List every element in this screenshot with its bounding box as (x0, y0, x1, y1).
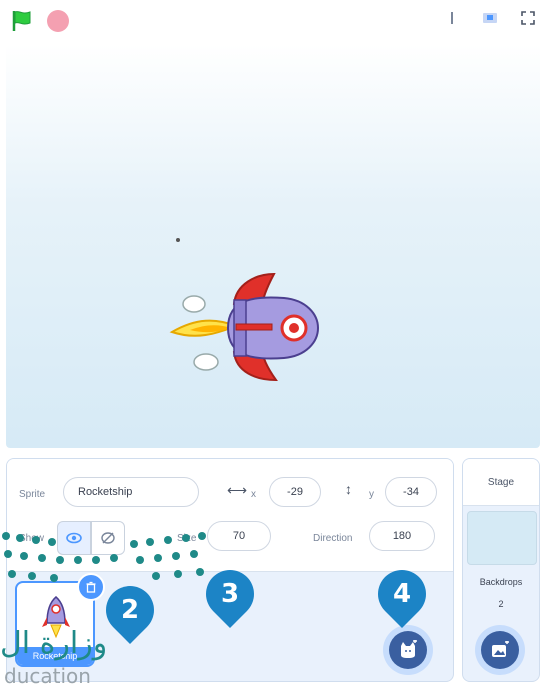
stage-toolbar (0, 0, 544, 44)
y-label: y (369, 489, 374, 500)
backdrops-label: Backdrops (479, 577, 523, 587)
sprite-name-input[interactable]: Rocketship (63, 477, 199, 507)
backdrop-add-icon (492, 641, 509, 657)
direction-label: Direction (313, 533, 353, 544)
watermark-logo-text: وزارة ال (0, 626, 108, 661)
stop-button[interactable] (47, 10, 69, 32)
large-stage-icon[interactable] (482, 10, 498, 26)
rocketship-sprite[interactable] (166, 234, 326, 384)
x-label: x (251, 489, 256, 500)
choose-backdrop-button[interactable] (481, 631, 519, 669)
y-position-input[interactable]: -34 (385, 477, 437, 507)
cat-add-icon (401, 640, 417, 658)
stage-layout-controls (444, 10, 536, 26)
stage-thumbnail[interactable] (467, 511, 537, 565)
vertical-arrows-icon: ↕ (345, 481, 352, 497)
horizontal-arrows-icon: ⟷ (227, 482, 248, 498)
watermark-dots (2, 532, 206, 582)
backdrops-count: 2 (498, 599, 504, 609)
callout-number: 2 (120, 595, 140, 625)
small-stage-icon[interactable] (444, 10, 460, 26)
stage-selector-pane[interactable]: Stage Backdrops 2 (462, 458, 540, 682)
stage-pane-title: Stage (463, 459, 539, 506)
x-position-input[interactable]: -29 (269, 477, 321, 507)
callout-number: 4 (392, 579, 412, 609)
callout-number: 3 (220, 579, 240, 609)
stage-canvas[interactable] (6, 44, 540, 448)
sprite-label: Sprite (19, 489, 46, 500)
size-input[interactable]: 70 (207, 521, 271, 551)
green-flag-icon[interactable] (10, 9, 34, 33)
watermark-logo-subtext: ducation (4, 664, 91, 688)
fullscreen-icon[interactable] (520, 10, 536, 26)
choose-sprite-button[interactable] (389, 631, 427, 669)
direction-input[interactable]: 180 (369, 521, 435, 551)
